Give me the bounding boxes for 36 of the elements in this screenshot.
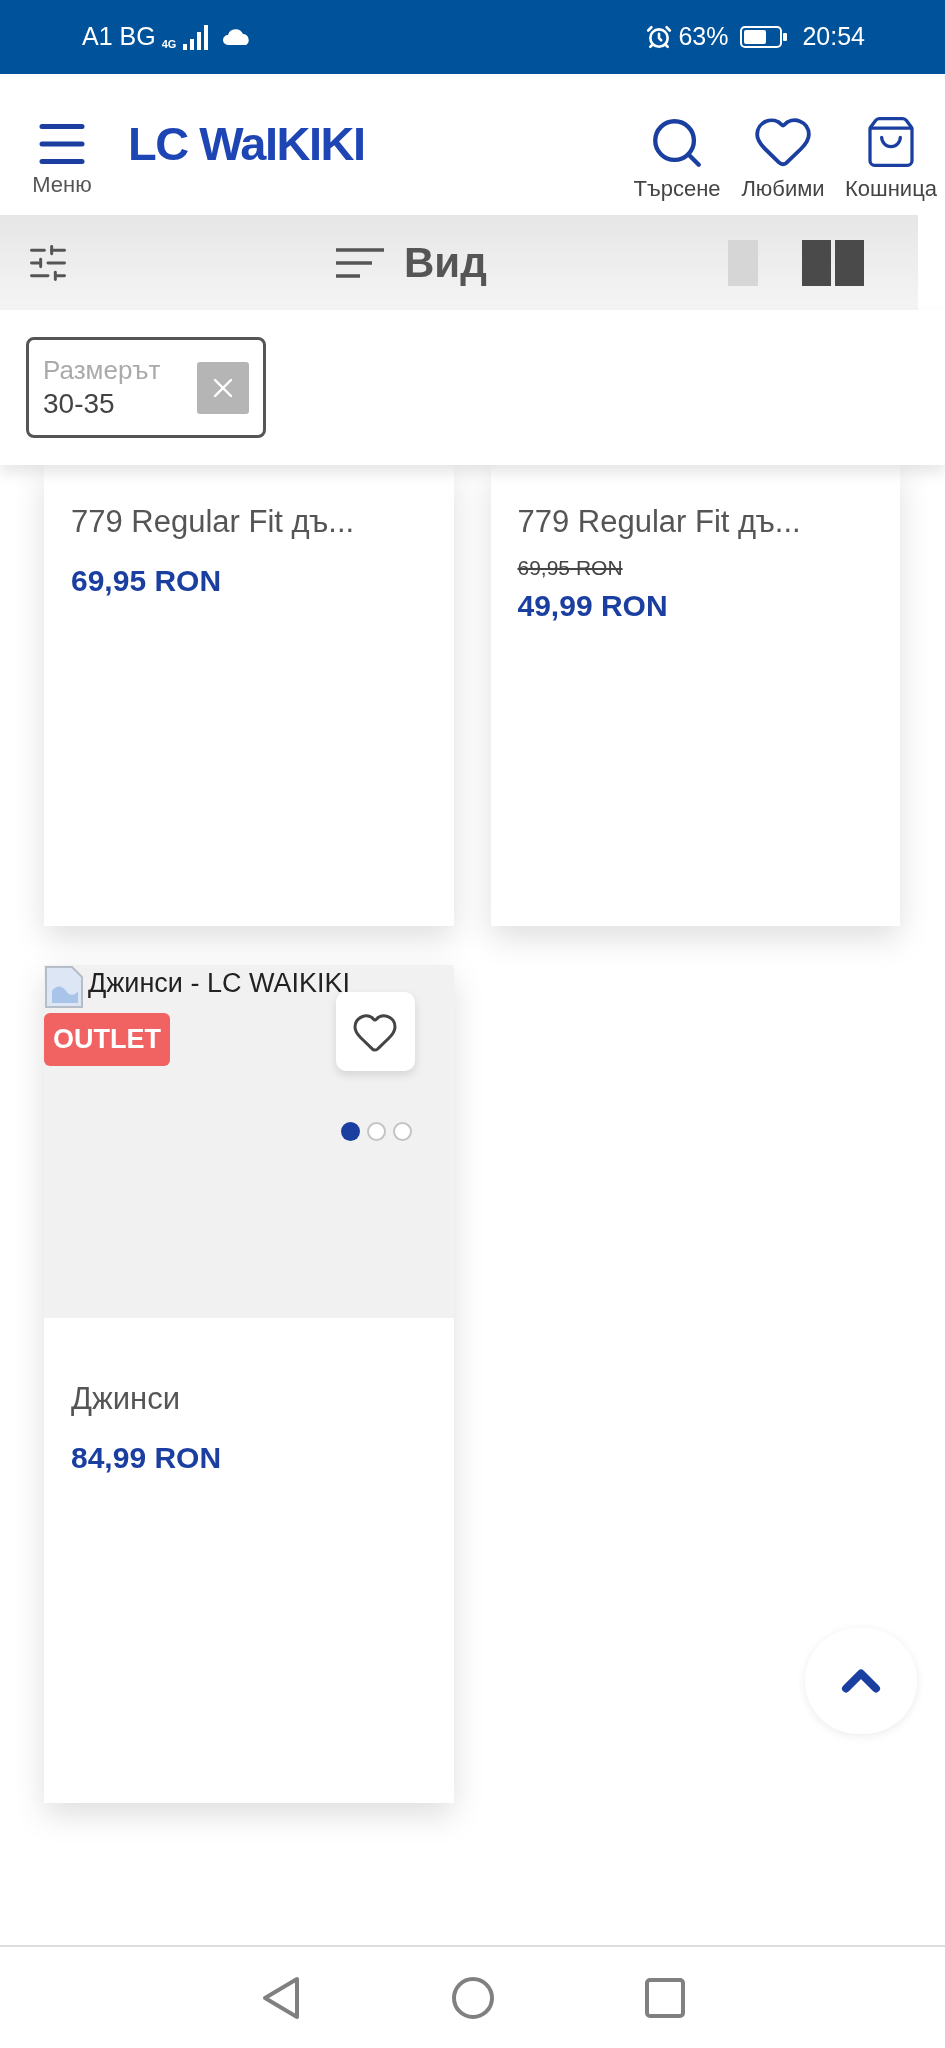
recent-apps-icon[interactable] bbox=[644, 1977, 685, 2018]
outlet-badge: OUTLET bbox=[44, 1013, 170, 1066]
broken-image-icon bbox=[44, 965, 84, 1009]
filter-name: Размерът bbox=[43, 353, 161, 387]
alarm-icon bbox=[646, 24, 673, 50]
product-price: 84,99 RON bbox=[71, 1439, 223, 1476]
favorite-button[interactable] bbox=[335, 992, 415, 1071]
product-title: 779 Regular Fit дъ... bbox=[71, 503, 356, 541]
signal-icon bbox=[182, 24, 209, 50]
menu-button[interactable]: Меню bbox=[24, 113, 100, 196]
network-type: 4G bbox=[161, 37, 177, 53]
product-price: 49,99 RON bbox=[517, 588, 669, 624]
battery-percent: 63% bbox=[678, 21, 729, 53]
back-icon[interactable] bbox=[260, 1975, 301, 2020]
brand-logo[interactable]: LC WaIKIKI bbox=[128, 109, 365, 180]
product-card[interactable]: 779 Regular Fit дъ... 69,95 RON 49,99 RON bbox=[490, 465, 900, 926]
search-button[interactable]: Търсене bbox=[625, 113, 729, 200]
product-price: 69,95 RON bbox=[71, 562, 223, 599]
battery-icon bbox=[740, 25, 789, 49]
home-icon[interactable] bbox=[450, 1975, 495, 2020]
cart-button[interactable]: Кошница bbox=[837, 111, 945, 200]
sort-icon bbox=[334, 245, 386, 280]
filter-chip[interactable]: Размерът 30-35 bbox=[26, 337, 266, 438]
product-card[interactable]: Джинси - LC WAIKIKI OUTLET Джинси 84,99 RON bbox=[44, 965, 454, 1803]
carrier-name: A1 BG bbox=[82, 21, 156, 53]
two-column-view-button[interactable] bbox=[802, 239, 864, 286]
favorites-button[interactable]: Любими bbox=[731, 109, 835, 200]
product-title: 779 Regular Fit дъ... bbox=[517, 503, 802, 541]
remove-filter-button[interactable] bbox=[196, 361, 249, 414]
sort-button[interactable]: Вид bbox=[334, 231, 487, 294]
filter-value: 30-35 bbox=[43, 387, 116, 422]
clock-time: 20:54 bbox=[802, 21, 865, 53]
product-card[interactable]: 779 Regular Fit дъ... 69,95 RON bbox=[44, 465, 454, 926]
old-price: 69,95 RON bbox=[517, 554, 624, 581]
image-alt-text: Джинси - LC WAIKIKI bbox=[88, 967, 350, 1000]
product-title: Джинси bbox=[71, 1380, 181, 1418]
